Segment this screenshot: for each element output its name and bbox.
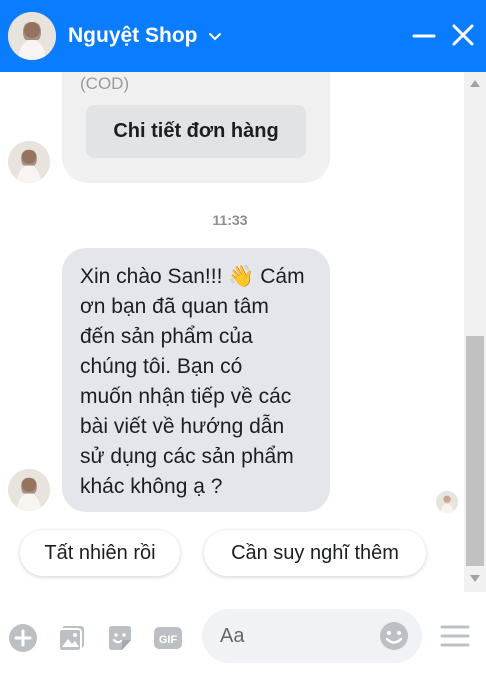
chevron-down-icon[interactable] [208, 29, 222, 43]
payment-note: (COD) [80, 74, 130, 93]
message-line: ơn bạn đã quan tâm [80, 295, 269, 318]
quick-reply-yes[interactable]: Tất nhiên rồi [20, 530, 180, 576]
message-timestamp: 11:33 [212, 212, 248, 228]
message-bubble[interactable]: Xin chào San!!! 👋 Cám ơn bạn đã quan tâm… [62, 248, 330, 512]
sender-avatar[interactable] [8, 141, 50, 183]
conversation-title[interactable]: Nguyệt Shop [68, 24, 222, 48]
emoji-icon[interactable] [378, 620, 410, 652]
photo-icon[interactable] [57, 623, 87, 653]
message-input-placeholder: Aa [220, 625, 245, 647]
message-line: bài viết về hướng dẫn [80, 415, 285, 438]
chat-header: Nguyệt Shop [0, 0, 486, 72]
sticker-icon[interactable] [105, 623, 135, 653]
message-line: khác không ạ ? [80, 475, 223, 498]
conversation-name: Nguyệt Shop [68, 24, 198, 47]
scrollbar-thumb[interactable] [466, 336, 484, 566]
scroll-down-arrow[interactable] [470, 575, 480, 582]
shop-avatar[interactable] [8, 12, 56, 60]
read-receipt-avatar [436, 491, 458, 513]
message-composer: GIF Aa [0, 592, 486, 673]
message-line: muốn nhận tiếp về các [80, 385, 292, 408]
order-details-button[interactable]: Chi tiết đơn hàng [86, 105, 306, 158]
menu-icon[interactable] [440, 624, 470, 648]
close-icon[interactable] [449, 21, 477, 49]
gif-icon[interactable]: GIF [153, 623, 183, 653]
quick-reply-think[interactable]: Cần suy nghĩ thêm [204, 530, 426, 576]
message-line: chúng tôi. Bạn có [80, 355, 243, 378]
svg-text:GIF: GIF [159, 634, 178, 646]
message-line: đến sản phẩm của [80, 325, 253, 348]
scrollbar[interactable] [464, 72, 486, 592]
add-icon[interactable] [8, 623, 38, 653]
message-line: sử dụng các sản phẩm [80, 445, 294, 468]
message-line: Xin chào San!!! 👋 Cám [80, 265, 305, 288]
message-input[interactable]: Aa [202, 609, 422, 663]
message-list[interactable]: (COD) Chi tiết đơn hàng 11:33 Xin chào S… [0, 72, 464, 592]
minimize-icon[interactable] [410, 22, 438, 50]
scroll-up-arrow[interactable] [470, 80, 480, 87]
order-message-bubble: (COD) Chi tiết đơn hàng [62, 72, 330, 183]
sender-avatar[interactable] [8, 469, 50, 511]
